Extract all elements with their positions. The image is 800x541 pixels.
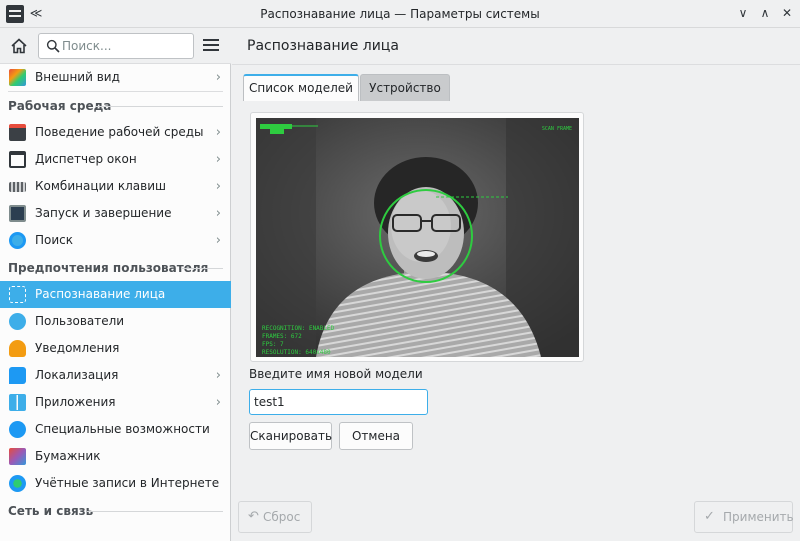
undo-icon: ↶ bbox=[248, 509, 259, 524]
search-settings-icon bbox=[9, 232, 26, 249]
model-name-input[interactable] bbox=[249, 389, 428, 415]
hamburger-menu-icon[interactable] bbox=[203, 39, 219, 53]
sidebar-item-search[interactable]: Поиск › bbox=[0, 227, 231, 254]
camera-preview: SCAN FRAME RECOGNITION: ENABLED FRAMES: … bbox=[250, 112, 584, 362]
chevron-right-icon: › bbox=[215, 206, 221, 221]
close-button[interactable]: ✕ bbox=[778, 4, 796, 22]
chevron-right-icon: › bbox=[215, 395, 221, 410]
category-network: Сеть и связь bbox=[0, 497, 231, 524]
camera-feed: SCAN FRAME RECOGNITION: ENABLED FRAMES: … bbox=[256, 118, 579, 357]
sidebar-item-localization[interactable]: Локализация › bbox=[0, 362, 231, 389]
sidebar-item-label: Бумажник bbox=[35, 449, 101, 463]
sidebar: Внешний вид › Рабочая среда Поведение ра… bbox=[0, 28, 231, 541]
search-field[interactable] bbox=[38, 33, 194, 59]
apply-label: Применить bbox=[723, 510, 794, 524]
category-personalization: Предпочтения пользователя bbox=[0, 254, 231, 281]
sidebar-item-wallet[interactable]: Бумажник bbox=[0, 443, 231, 470]
overlay-line: RECOGNITION: ENABLED bbox=[262, 325, 335, 332]
localization-icon bbox=[9, 367, 26, 384]
sidebar-item-label: Запуск и завершение bbox=[35, 206, 172, 220]
sidebar-item-window-manager[interactable]: Диспетчер окон › bbox=[0, 146, 231, 173]
desktop-behavior-icon bbox=[9, 124, 26, 141]
title-divider bbox=[232, 64, 800, 65]
face-recognition-icon bbox=[9, 286, 26, 303]
reset-button[interactable]: ↶ Сброс bbox=[238, 501, 312, 533]
sidebar-item-notifications[interactable]: Уведомления bbox=[0, 335, 231, 362]
sidebar-item-face-recognition[interactable]: Распознавание лица bbox=[0, 281, 231, 308]
new-model-label: Введите имя новой модели bbox=[249, 367, 423, 381]
reset-label: Сброс bbox=[263, 510, 301, 524]
applications-icon bbox=[9, 394, 26, 411]
online-accounts-icon bbox=[9, 475, 26, 492]
sidebar-item-label: Поведение рабочей среды bbox=[35, 125, 204, 139]
sidebar-item-online-accounts[interactable]: Учётные записи в Интернете bbox=[0, 470, 231, 497]
chevron-right-icon: › bbox=[215, 179, 221, 194]
sidebar-item-label: Локализация bbox=[35, 368, 119, 382]
sidebar-item-label: Учётные записи в Интернете bbox=[35, 476, 220, 490]
camera-image: SCAN FRAME RECOGNITION: ENABLED FRAMES: … bbox=[256, 118, 579, 357]
sidebar-item-label: Поиск bbox=[35, 233, 74, 247]
overlay-scan-label: SCAN FRAME bbox=[542, 126, 572, 132]
scan-button[interactable]: Сканировать bbox=[249, 422, 332, 450]
page-title: Распознавание лица bbox=[247, 38, 399, 54]
chevron-right-icon: › bbox=[215, 233, 221, 248]
window-titlebar: ≪ Распознавание лица — Параметры системы… bbox=[0, 0, 800, 28]
sidebar-item-shortcuts[interactable]: Комбинации клавиш › bbox=[0, 173, 231, 200]
chevron-right-icon: › bbox=[215, 368, 221, 383]
chevron-right-icon: › bbox=[215, 152, 221, 167]
sidebar-item-label: Внешний вид bbox=[35, 70, 120, 84]
cancel-button[interactable]: Отмена bbox=[339, 422, 413, 450]
home-icon bbox=[11, 38, 27, 54]
chevron-right-icon: › bbox=[215, 70, 221, 85]
accessibility-icon bbox=[9, 421, 26, 438]
sidebar-item-desktop-behavior[interactable]: Поведение рабочей среды › bbox=[0, 119, 231, 146]
sidebar-item-label: Уведомления bbox=[35, 341, 120, 355]
tab-model-list[interactable]: Список моделей bbox=[243, 74, 359, 101]
wallet-icon bbox=[9, 448, 26, 465]
sidebar-item-label: Приложения bbox=[35, 395, 116, 409]
maximize-button[interactable]: ∧ bbox=[756, 4, 774, 22]
tab-device[interactable]: Устройство bbox=[360, 74, 450, 101]
home-button[interactable] bbox=[8, 35, 30, 57]
search-icon bbox=[46, 39, 60, 53]
main-panel: Распознавание лица Список моделей Устрой… bbox=[232, 28, 800, 541]
apply-button[interactable]: ✓ Применить bbox=[694, 501, 794, 533]
checkmark-icon: ✓ bbox=[704, 509, 715, 524]
overlay-line: RESOLUTION: 640x480 bbox=[262, 349, 331, 356]
overlay-line: FPS: 7 bbox=[262, 341, 284, 348]
sidebar-item-appearance[interactable]: Внешний вид › bbox=[0, 64, 231, 91]
sidebar-item-accessibility[interactable]: Специальные возможности bbox=[0, 416, 231, 443]
window-title: Распознавание лица — Параметры системы bbox=[260, 7, 540, 21]
sidebar-item-label: Диспетчер окон bbox=[35, 152, 137, 166]
users-icon bbox=[9, 313, 26, 330]
overlay-line: FRAMES: 672 bbox=[262, 333, 302, 340]
sidebar-item-label: Пользователи bbox=[35, 314, 125, 328]
sidebar-header bbox=[0, 28, 231, 64]
sidebar-item-applications[interactable]: Приложения › bbox=[0, 389, 231, 416]
search-input[interactable] bbox=[62, 37, 187, 55]
appearance-icon bbox=[9, 69, 26, 86]
sidebar-item-startup[interactable]: Запуск и завершение › bbox=[0, 200, 231, 227]
sidebar-item-label: Комбинации клавиш bbox=[35, 179, 167, 193]
keyboard-icon bbox=[9, 182, 26, 192]
sidebar-list: Внешний вид › Рабочая среда Поведение ра… bbox=[0, 64, 231, 524]
sidebar-item-label: Распознавание лица bbox=[35, 287, 166, 301]
sidebar-item-users[interactable]: Пользователи bbox=[0, 308, 231, 335]
window-manager-icon bbox=[9, 151, 26, 168]
chevron-right-icon: › bbox=[215, 125, 221, 140]
startup-shutdown-icon bbox=[9, 205, 26, 222]
bell-icon bbox=[9, 340, 26, 357]
category-workspace: Рабочая среда bbox=[0, 92, 231, 119]
minimize-button[interactable]: ∨ bbox=[734, 4, 752, 22]
sidebar-item-label: Специальные возможности bbox=[35, 422, 210, 436]
